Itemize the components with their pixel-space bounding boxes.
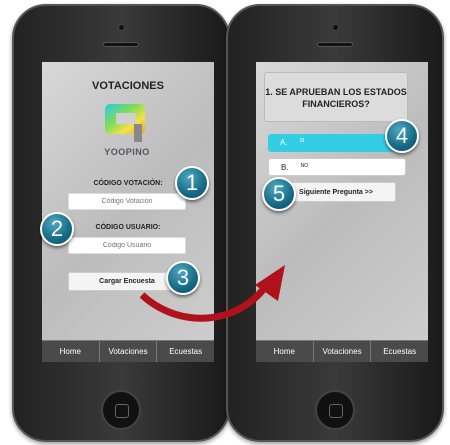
camera-icon: [332, 24, 339, 31]
question-text: 1. SE APRUEBAN LOS ESTADOS FINANCIEROS?: [264, 72, 408, 122]
option-letter: B.: [281, 163, 289, 172]
tab-votaciones[interactable]: Votaciones: [314, 341, 372, 362]
step-badge-2: 2: [40, 212, 74, 246]
tab-bar: Home Votaciones Ecuestas: [256, 340, 428, 362]
step-badge-5: 5: [262, 177, 296, 211]
option-b[interactable]: B. NO: [268, 158, 406, 176]
tab-bar: Home Votaciones Ecuestas: [42, 340, 214, 362]
yoopino-logo: YOOPINO: [102, 102, 152, 157]
logo-text: YOOPINO: [104, 147, 150, 157]
option-text: SI: [299, 138, 305, 144]
tab-home[interactable]: Home: [256, 341, 314, 362]
tab-votaciones[interactable]: Votaciones: [100, 341, 158, 362]
tab-home[interactable]: Home: [42, 341, 100, 362]
home-button[interactable]: [101, 390, 141, 430]
tab-encuestas[interactable]: Ecuestas: [371, 341, 428, 362]
step-badge-1: 1: [175, 166, 209, 200]
option-letter: A.: [280, 138, 288, 147]
speaker-icon: [103, 42, 139, 47]
step-badge-4: 4: [385, 119, 419, 153]
option-text: NO: [300, 163, 309, 169]
speaker-icon: [317, 42, 353, 47]
code-vote-input[interactable]: [68, 193, 186, 210]
page-title: VOTACIONES: [92, 80, 164, 92]
phone-right: 1. SE APRUEBAN LOS ESTADOS FINANCIEROS? …: [226, 4, 444, 442]
flow-arrow-icon: [140, 265, 285, 322]
camera-icon: [118, 24, 125, 31]
home-button[interactable]: [315, 390, 355, 430]
code-user-input[interactable]: [68, 237, 186, 254]
tab-encuestas[interactable]: Ecuestas: [157, 341, 214, 362]
